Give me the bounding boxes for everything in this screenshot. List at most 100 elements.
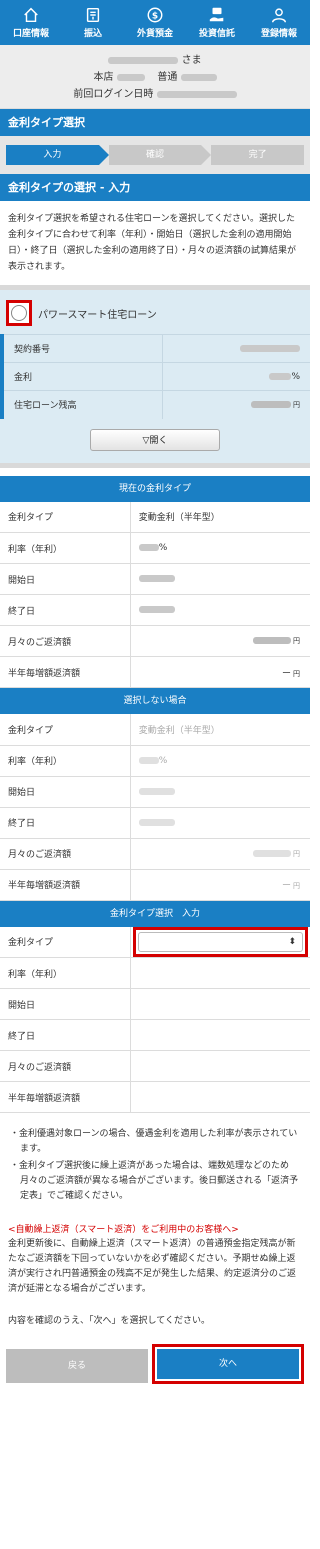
table-row: 半年毎増額返済額 — [0, 1081, 310, 1113]
home-icon — [24, 7, 38, 23]
masked-user-name — [108, 56, 179, 64]
last-login-label: 前回ログイン日時 — [73, 89, 154, 100]
nav-investment-trust[interactable]: 投資信託 — [186, 0, 248, 45]
user-icon — [271, 8, 287, 23]
monthly-payment-label: 月々のご返済額 — [0, 838, 131, 870]
table-row: 利率（年利） — [0, 957, 310, 989]
masked-end-date — [138, 818, 175, 826]
user-info: さま 本店 普通 前回ログイン日時 — [0, 45, 310, 109]
masked-end-date — [138, 606, 175, 613]
table-row: 終了日 — [0, 594, 310, 626]
select-arrow-icon: ⬍ — [288, 936, 296, 947]
table-row: 金利タイプ ⬍ — [0, 926, 310, 958]
table-row: 月々のご返済額 円 — [0, 838, 310, 870]
masked-start-date — [138, 787, 175, 795]
name-suffix: さま — [181, 55, 202, 66]
back-button[interactable]: 戻る — [6, 1349, 148, 1383]
next-button-highlight: 次へ — [152, 1344, 304, 1384]
nav-registration-info[interactable]: 登録情報 — [248, 0, 310, 45]
table-row: 金利タイプ 変動金利（半年型） — [0, 501, 310, 533]
nav-transfer[interactable]: 振込 — [62, 0, 124, 45]
nav-foreign-deposit[interactable]: $ 外貨預金 — [124, 0, 186, 45]
transfer-icon — [86, 7, 100, 23]
rate-type-label: 金利タイプ — [0, 501, 131, 533]
loan-details-table: 契約番号 金利 % 住宅ローン残高 円 — [0, 334, 310, 419]
annual-rate-unit: % — [158, 543, 168, 553]
notes-list: ・金利優遇対象ローンの場合、優遇金利を適用した利率が表示されています。 ・金利タ… — [0, 1113, 310, 1212]
masked-monthly-payment — [253, 637, 291, 644]
note-item: ・金利タイプ選択後に繰上返済があった場合は、端数処理などのため月々のご返済額が異… — [10, 1161, 299, 1201]
loan-radio-highlight — [6, 300, 32, 326]
monthly-payment-value: 円 — [130, 625, 310, 657]
monthly-payment-value: 円 — [130, 838, 310, 870]
current-rate-table: 金利タイプ 変動金利（半年型） 利率（年利）% 開始日 終了日 月々のご返済額円 … — [0, 501, 310, 688]
half-year-payment-unit: 円 — [293, 882, 300, 890]
half-year-payment-unit: 円 — [293, 669, 300, 678]
end-date-value — [130, 807, 310, 839]
masked-annual-rate — [138, 544, 159, 551]
balance-unit: 円 — [293, 400, 300, 409]
masked-contract-number — [240, 344, 300, 352]
button-row: 戻る 次へ — [0, 1344, 310, 1398]
contract-number-label: 契約番号 — [0, 334, 163, 363]
annual-rate-value — [130, 957, 310, 989]
branch-name: 本店 — [93, 72, 114, 83]
table-row: 開始日 — [0, 563, 310, 595]
start-date-label: 開始日 — [0, 563, 131, 595]
end-date-label: 終了日 — [0, 594, 131, 626]
rate-type-label: 金利タイプ — [0, 926, 131, 958]
half-year-payment-value — [130, 1081, 310, 1113]
loan-box: パワースマート住宅ローン 契約番号 金利 % 住宅ローン残高 円 ▽開く — [0, 290, 310, 468]
current-rate-title: 現在の金利タイプ — [0, 475, 310, 502]
account-type: 普通 — [157, 72, 178, 83]
step-confirm: 確認 — [108, 145, 211, 165]
nav-label: 口座情報 — [12, 29, 49, 39]
rate-type-select-highlight: ⬍ — [132, 926, 308, 957]
end-date-label: 終了日 — [0, 807, 131, 839]
table-row: 終了日 — [0, 807, 310, 839]
loan-radio-button[interactable] — [11, 305, 27, 321]
user-name-line: さま — [0, 52, 310, 69]
nav-account-info[interactable]: 口座情報 — [0, 0, 62, 45]
nav-label: 投資信託 — [198, 29, 235, 39]
dollar-coin-icon: $ — [147, 7, 163, 23]
annual-rate-value: % — [130, 745, 310, 777]
input-table: 金利タイプ ⬍ 利率（年利） 開始日 終了日 月々のご返済額 半年毎増額返済額 — [0, 926, 310, 1113]
note-item: ・金利優遇対象ローンの場合、優遇金利を適用した利率が表示されています。 — [10, 1129, 298, 1154]
rate-type-label: 金利タイプ — [0, 714, 131, 746]
rate-type-value: 変動金利（半年型） — [130, 501, 310, 533]
table-row: 金利 % — [0, 362, 310, 391]
table-row: 終了日 — [0, 1019, 310, 1051]
monthly-payment-unit: 円 — [293, 849, 300, 858]
table-row: 契約番号 — [0, 334, 310, 363]
start-date-value — [130, 776, 310, 808]
balance-label: 住宅ローン残高 — [0, 390, 163, 419]
table-row: 利率（年利）% — [0, 745, 310, 777]
start-date-value — [130, 563, 310, 595]
half-year-payment-label: 半年毎増額返済額 — [0, 1081, 131, 1113]
table-row: 半年毎増額返済額ー円 — [0, 869, 310, 901]
spacer — [0, 467, 310, 476]
loan-header: パワースマート住宅ローン — [0, 300, 310, 334]
rate-unit: % — [291, 371, 300, 382]
masked-rate — [269, 372, 292, 380]
smart-repayment-body: 金利更新後に、自動繰上返済（スマート返済）の普通預金指定残高が新たなご返済額を下… — [8, 1239, 297, 1294]
table-row: 金利タイプ 変動金利（半年型） — [0, 714, 310, 746]
nav-label: 外貨預金 — [136, 29, 173, 39]
loan-name: パワースマート住宅ローン — [38, 309, 157, 321]
start-date-label: 開始日 — [0, 988, 131, 1020]
table-row: 半年毎増額返済額ー円 — [0, 656, 310, 688]
annual-rate-label: 利率（年利） — [0, 532, 131, 564]
smart-repayment-title: <自動繰上返済（スマート返済）をご利用中のお客様へ> — [8, 1225, 239, 1235]
table-row: 利率（年利）% — [0, 532, 310, 564]
rate-type-select[interactable]: ⬍ — [137, 931, 303, 952]
last-login-line: 前回ログイン日時 — [0, 86, 310, 103]
monthly-payment-label: 月々のご返済額 — [0, 1050, 131, 1082]
account-line: 本店 普通 — [0, 69, 310, 86]
annual-rate-label: 利率（年利） — [0, 745, 131, 777]
next-button[interactable]: 次へ — [157, 1349, 299, 1379]
masked-balance — [251, 400, 291, 408]
annual-rate-value: % — [130, 532, 310, 564]
end-date-label: 終了日 — [0, 1019, 131, 1051]
open-details-button[interactable]: ▽開く — [90, 428, 220, 451]
